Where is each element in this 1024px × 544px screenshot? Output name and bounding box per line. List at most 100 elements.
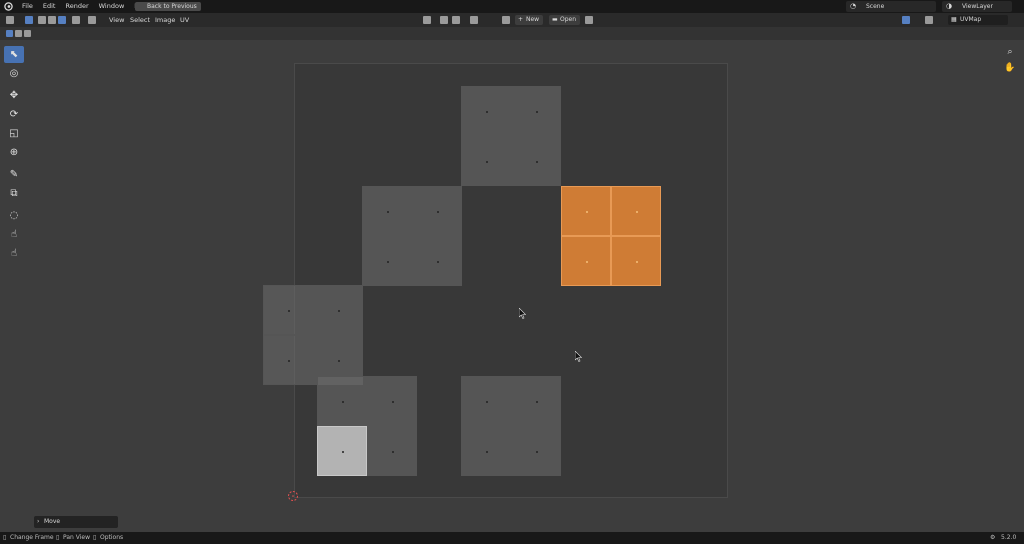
editor-type-icon[interactable] [6, 16, 14, 24]
uv-face[interactable] [511, 136, 561, 186]
view-layer-selector[interactable]: ◑ ViewLayer [942, 1, 1012, 12]
menu-render[interactable]: Render [60, 0, 93, 13]
cursor-icon: ◎ [9, 68, 19, 79]
relax-tool[interactable]: ◌ [4, 207, 24, 224]
uv-face[interactable] [412, 186, 462, 236]
uv-face[interactable] [317, 426, 367, 476]
cursor-tool[interactable]: ◎ [4, 65, 24, 82]
uv-face[interactable] [461, 376, 511, 426]
new-image-button[interactable]: + New [515, 15, 544, 25]
mouse-middle-icon: ▯ [56, 534, 60, 541]
edge-select-icon[interactable] [48, 16, 56, 24]
main-menu: File Edit Render Window Help [17, 0, 154, 13]
scale-tool[interactable]: ◱ [4, 125, 24, 142]
status-change-frame: Change Frame [10, 534, 54, 541]
uv-face[interactable] [511, 86, 561, 136]
scale-icon: ◱ [9, 128, 19, 139]
header-menu-image[interactable]: Image [155, 13, 175, 27]
rotate-icon: ⟳ [9, 109, 19, 120]
status-pan-view: Pan View [63, 534, 90, 541]
select-mode-extend-icon[interactable] [15, 30, 22, 37]
uv-face[interactable] [511, 376, 561, 426]
zoom-icon[interactable]: ⌕ [1004, 47, 1016, 59]
uv-face[interactable] [263, 285, 313, 335]
snap-icon[interactable] [440, 16, 448, 24]
grab-tool[interactable]: ☝ [4, 226, 24, 243]
rip-tool[interactable]: ⧉ [4, 185, 24, 202]
uv-map-icon: ▦ [951, 16, 957, 23]
uv-face[interactable] [461, 136, 511, 186]
sync-selection-icon[interactable] [25, 16, 33, 24]
last-operator-label: Move [44, 518, 61, 525]
open-image-button[interactable]: ▬ Open [549, 15, 581, 25]
annotate-icon: ✎ [9, 169, 19, 180]
network-icon: ⚙ [990, 534, 996, 541]
uv-face[interactable] [461, 426, 511, 476]
open-image-label: Open [560, 16, 577, 23]
menu-edit[interactable]: Edit [38, 0, 61, 13]
transform-tool[interactable]: ⊕ [4, 144, 24, 161]
mouse-pointer-icon [575, 351, 582, 362]
uv-face[interactable] [362, 186, 412, 236]
uv-face[interactable] [317, 376, 367, 426]
header-menu-select[interactable]: Select [130, 13, 150, 27]
pivot-point-icon[interactable] [423, 16, 431, 24]
uv-face-selected[interactable] [611, 236, 661, 286]
back-to-previous-button[interactable]: Back to Previous [135, 2, 201, 11]
uv-face-selected[interactable] [611, 186, 661, 236]
mouse-pointer-icon [519, 308, 526, 319]
pinch-tool[interactable]: ☝ [4, 245, 24, 262]
uv-face[interactable] [313, 285, 363, 335]
move-tool[interactable]: ✥ [4, 87, 24, 104]
face-select-icon[interactable] [58, 16, 66, 24]
scene-selector[interactable]: ◔ Scene [846, 1, 936, 12]
select-box-tool[interactable]: ⬉ [4, 46, 24, 63]
sticky-mode-icon[interactable] [88, 16, 96, 24]
select-mode-new-icon[interactable] [6, 30, 13, 37]
2d-cursor-icon[interactable] [287, 490, 299, 502]
uv-face[interactable] [461, 86, 511, 136]
rotate-tool[interactable]: ⟳ [4, 106, 24, 123]
menu-window[interactable]: Window [94, 0, 130, 13]
uv-face[interactable] [367, 376, 417, 426]
gizmo-toggle-icon[interactable] [902, 16, 910, 24]
uv-face[interactable] [511, 426, 561, 476]
status-bar: ▯ Change Frame ▯ Pan View ▯ Options ⚙ 5.… [0, 532, 1024, 544]
pinch-icon: ☝ [10, 229, 18, 240]
move-icon: ✥ [9, 90, 19, 101]
uv-map-selector[interactable]: ▦ UVMap [948, 15, 1008, 25]
last-operator-panel[interactable]: › Move [34, 516, 118, 528]
mouse-left-icon: ▯ [3, 534, 7, 541]
uv-face[interactable] [412, 236, 462, 286]
island-select-icon[interactable] [72, 16, 80, 24]
select-box-icon: ⬉ [9, 49, 19, 60]
pan-hand-icon[interactable]: ✋ [1004, 63, 1016, 75]
proportional-edit-icon[interactable] [470, 16, 478, 24]
grab-icon: ⧉ [10, 188, 18, 199]
transform-icon: ⊕ [9, 147, 19, 158]
uv-face-selected[interactable] [561, 186, 611, 236]
scene-icon: ◔ [850, 2, 857, 10]
snap-grid-icon[interactable] [452, 16, 460, 24]
uv-face[interactable] [362, 236, 412, 286]
sub-header [0, 27, 1024, 40]
blender-logo-icon[interactable] [4, 2, 13, 11]
header-menu-view[interactable]: View [109, 13, 124, 27]
image-browse-icon[interactable] [502, 16, 510, 24]
menu-file[interactable]: File [17, 0, 38, 13]
annotate-tool[interactable]: ✎ [4, 166, 24, 183]
vertex-select-icon[interactable] [38, 16, 46, 24]
pinch-icon-2: ☝ [10, 248, 18, 259]
plus-icon: + [518, 16, 524, 23]
pin-icon[interactable] [585, 16, 593, 24]
uv-face-selected[interactable] [561, 236, 611, 286]
top-bar: File Edit Render Window Help Back to Pre… [0, 0, 1024, 13]
header-menu-uv[interactable]: UV [180, 13, 189, 27]
mouse-right-icon: ▯ [93, 534, 97, 541]
select-mode-subtract-icon[interactable] [24, 30, 31, 37]
view-layer-icon: ◑ [946, 2, 953, 10]
folder-icon: ▬ [552, 16, 558, 23]
overlay-toggle-icon[interactable] [925, 16, 933, 24]
uv-face[interactable] [263, 335, 313, 385]
uv-face[interactable] [367, 426, 417, 476]
